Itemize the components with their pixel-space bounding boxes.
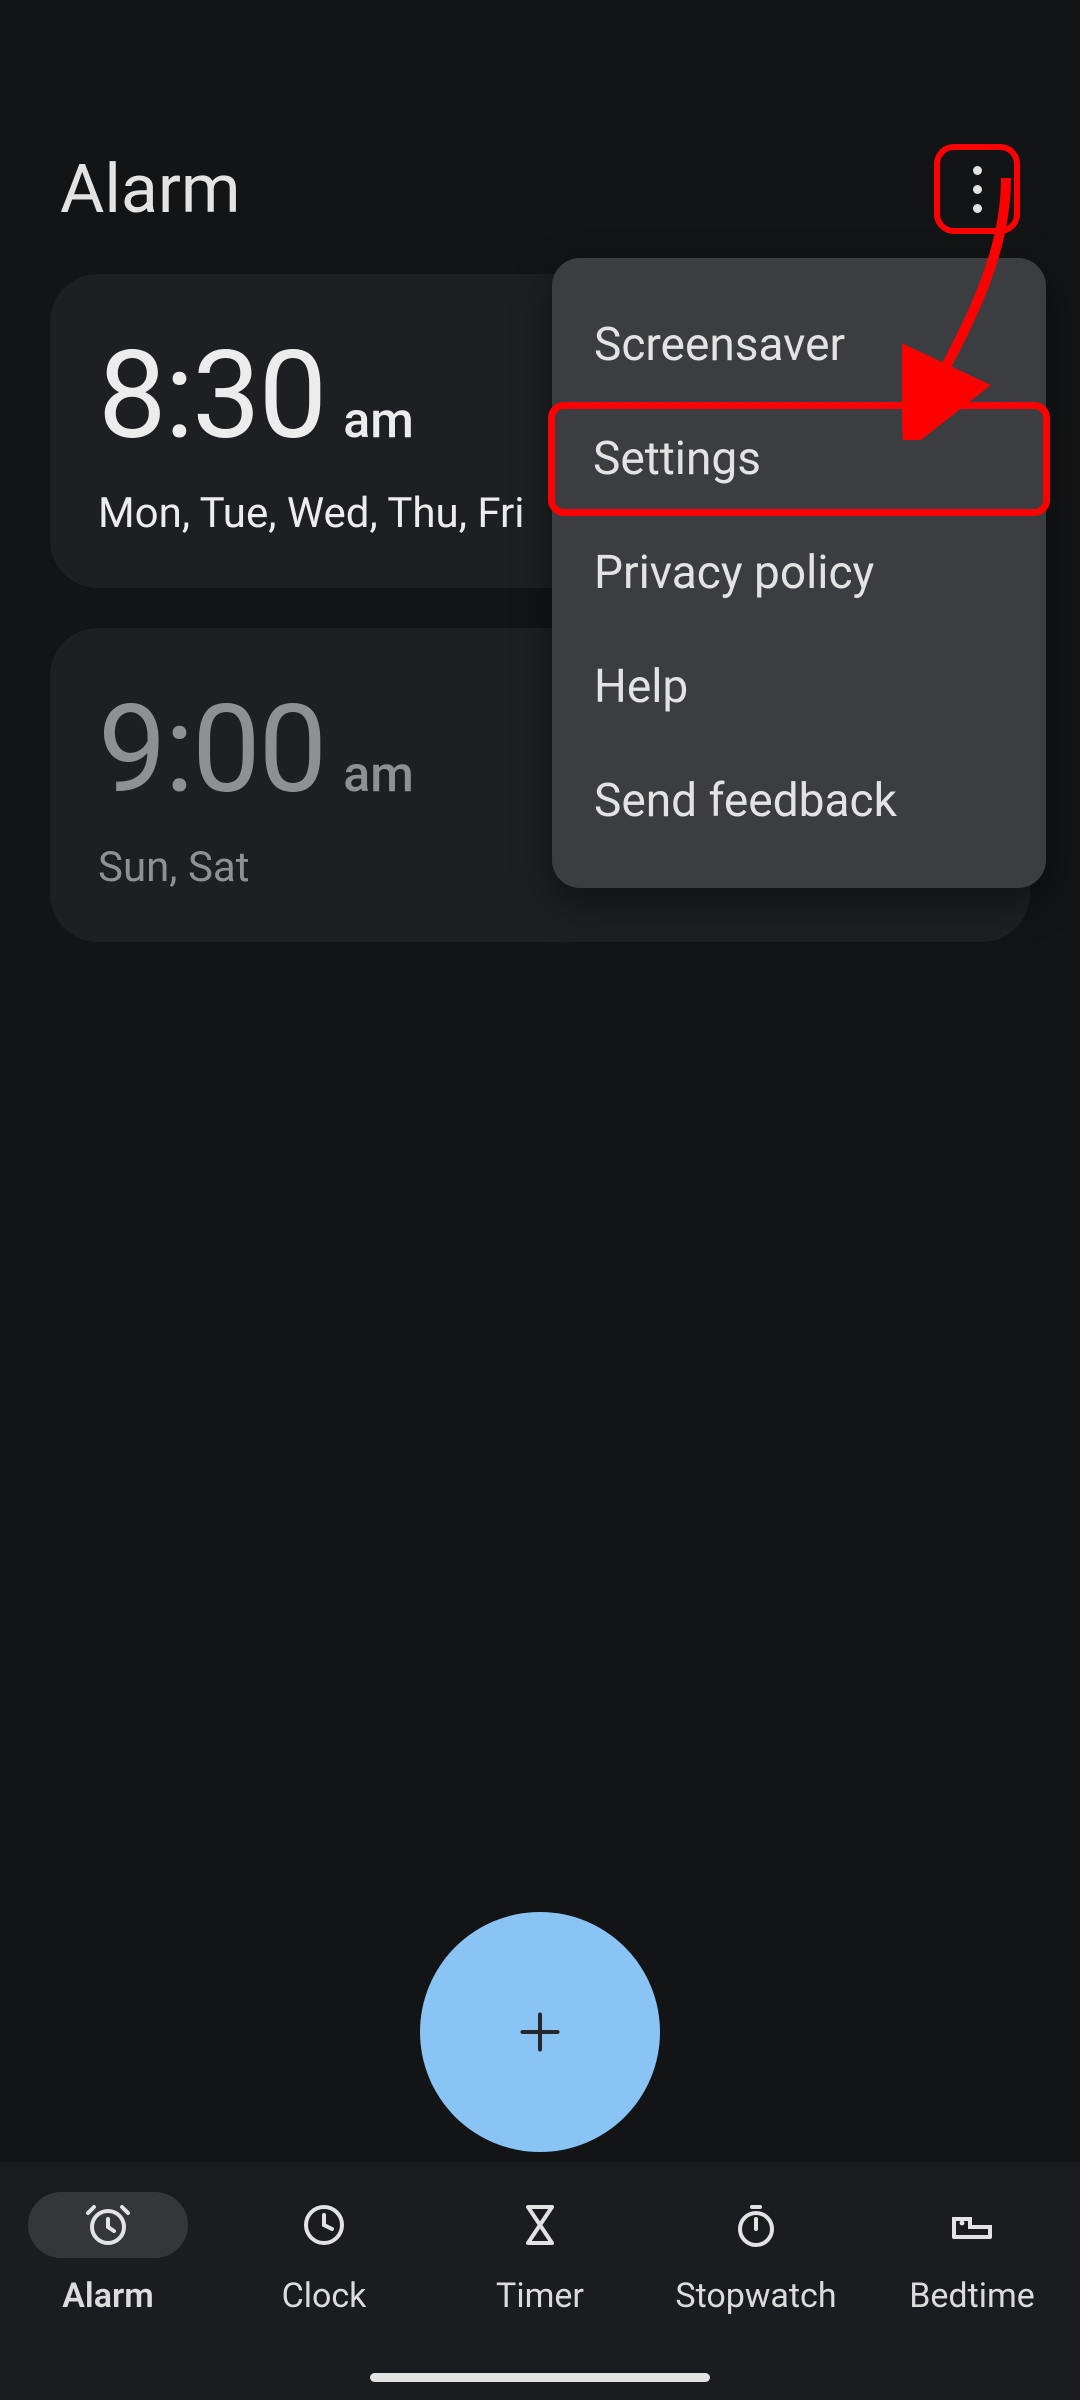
nav-item-bedtime[interactable]: Bedtime xyxy=(864,2192,1080,2316)
nav-label: Bedtime xyxy=(909,2276,1035,2316)
nav-item-clock[interactable]: Clock xyxy=(216,2192,432,2316)
page-title: Alarm xyxy=(60,149,241,229)
menu-item-screensaver[interactable]: Screensaver xyxy=(552,288,1046,402)
home-indicator xyxy=(370,2373,710,2382)
bedtime-icon xyxy=(948,2201,996,2249)
timer-icon xyxy=(516,2201,564,2249)
app-header: Alarm xyxy=(0,120,1080,274)
menu-item-send-feedback[interactable]: Send feedback xyxy=(552,744,1046,858)
nav-label: Alarm xyxy=(62,2276,154,2316)
menu-item-settings[interactable]: Settings xyxy=(548,402,1050,516)
status-bar xyxy=(0,0,1080,120)
alarm-time: 9:00 xyxy=(98,678,325,821)
clock-icon xyxy=(300,2201,348,2249)
menu-item-privacy-policy[interactable]: Privacy policy xyxy=(552,516,1046,630)
alarm-ampm: am xyxy=(343,746,414,804)
bottom-nav: Alarm Clock Timer xyxy=(0,2162,1080,2400)
nav-label: Clock xyxy=(282,2276,367,2316)
nav-label: Timer xyxy=(496,2276,584,2316)
overflow-menu: Screensaver Settings Privacy policy Help… xyxy=(552,258,1046,888)
nav-item-alarm[interactable]: Alarm xyxy=(0,2192,216,2316)
alarm-icon xyxy=(84,2201,132,2249)
menu-item-help[interactable]: Help xyxy=(552,630,1046,744)
annotation-highlight-overflow xyxy=(934,144,1020,234)
nav-item-timer[interactable]: Timer xyxy=(432,2192,648,2316)
alarm-ampm: am xyxy=(343,392,414,450)
nav-label: Stopwatch xyxy=(675,2276,836,2316)
overflow-menu-button[interactable] xyxy=(944,156,1010,222)
alarm-time: 8:30 xyxy=(98,324,325,467)
stopwatch-icon xyxy=(732,2201,780,2249)
nav-item-stopwatch[interactable]: Stopwatch xyxy=(648,2192,864,2316)
more-vert-icon xyxy=(973,166,982,213)
add-alarm-fab[interactable] xyxy=(420,1912,660,2152)
plus-icon xyxy=(510,2002,570,2062)
